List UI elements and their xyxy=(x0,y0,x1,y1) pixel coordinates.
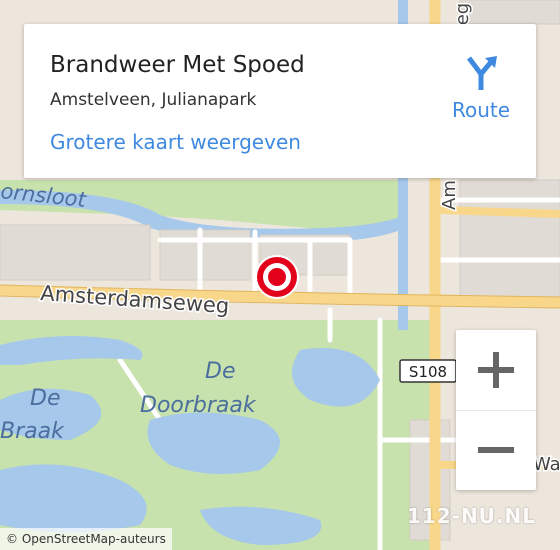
road-label-bottom-right: Wa xyxy=(533,454,560,475)
popup-title: Brandweer Met Spoed xyxy=(50,52,305,78)
water-label-de: De xyxy=(30,386,60,411)
minus-icon xyxy=(478,447,514,453)
watermark-logo: 112-NU.NL xyxy=(406,504,536,528)
park-label-de: De xyxy=(205,359,235,384)
road-shield-label: S108 xyxy=(409,363,447,381)
road-label-vertical: Am xyxy=(439,180,460,210)
park-label-doorbraak: Doorbraak xyxy=(140,393,257,418)
plus-icon xyxy=(478,352,514,388)
location-marker[interactable] xyxy=(255,255,299,299)
popup-subtitle: Amstelveen, Julianapark xyxy=(50,90,257,110)
road-shield-s108: S108 xyxy=(399,359,457,383)
zoom-controls xyxy=(456,330,536,490)
zoom-in-button[interactable] xyxy=(456,330,536,411)
info-popup: Brandweer Met Spoed Amstelveen, Julianap… xyxy=(24,24,536,178)
larger-map-link[interactable]: Grotere kaart weergeven xyxy=(50,130,301,154)
zoom-out-button[interactable] xyxy=(456,410,536,490)
map-attribution[interactable]: © OpenStreetMap-auteurs xyxy=(0,528,172,550)
route-button[interactable]: Route xyxy=(446,52,516,122)
directions-icon xyxy=(446,52,516,92)
water-label-braak: Braak xyxy=(0,419,65,444)
route-label: Route xyxy=(451,98,511,122)
